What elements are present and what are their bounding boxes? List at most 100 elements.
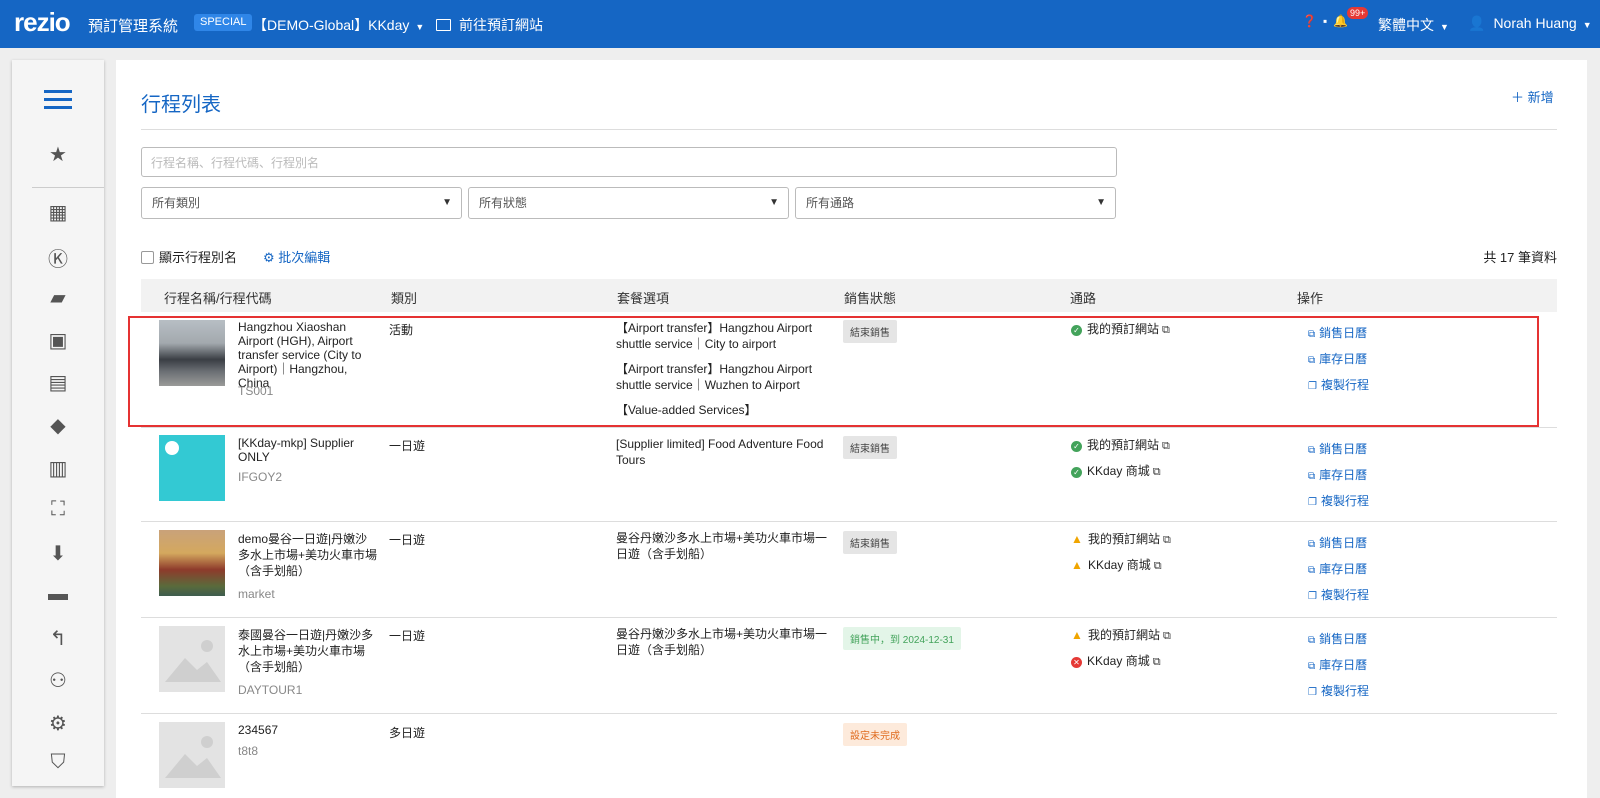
channel-item[interactable]: ✕ KKday 商城 ⧉ — [1071, 652, 1171, 669]
action-label: 複製行程 — [1320, 684, 1369, 698]
external-link-icon[interactable]: ⧉ — [1163, 534, 1171, 546]
table-row[interactable]: demo曼谷一日遊|丹嫩沙多水上市場+美功火車市場（含手划船） market 一… — [141, 522, 1557, 618]
dashboard-icon[interactable]: ▦ — [12, 200, 104, 225]
hierarchy-icon[interactable]: ⚇ — [12, 668, 104, 693]
external-link-icon[interactable]: ⧉ — [1153, 656, 1161, 668]
settings-gear-icon[interactable]: ⚙ — [12, 711, 104, 736]
batch-edit-label: 批次編輯 — [278, 250, 331, 265]
status-filter-value: 所有狀態 — [479, 196, 528, 210]
show-alias-checkbox[interactable]: 顯示行程別名 — [141, 247, 237, 266]
kkday-icon[interactable]: Ⓚ — [12, 243, 104, 272]
rezio-logo[interactable]: rezio — [14, 7, 71, 38]
channel-item[interactable]: ✓ KKday 商城 ⧉ — [1071, 462, 1170, 479]
sales-calendar-link[interactable]: ⧉ 銷售日曆 — [1308, 440, 1369, 456]
open-external-icon: ⧉ — [1308, 635, 1316, 646]
warning-icon: ▲ — [1071, 532, 1083, 546]
company-selector[interactable]: 【DEMO-Global】KKday ▼ — [253, 15, 424, 35]
channel-name: KKday 商城 — [1087, 654, 1150, 668]
open-external-icon: ⧉ — [1308, 539, 1316, 550]
scan-frame-icon[interactable]: ⛶ — [12, 498, 104, 521]
package-item: [Supplier limited] Food Adventure Food T… — [616, 437, 824, 467]
table-row[interactable]: [KKday-mkp] Supplier ONLY IFGOY2 一日遊 [Su… — [141, 428, 1557, 522]
channel-list: ✓ 我的預訂網站 ⧉ ✓ KKday 商城 ⧉ — [1071, 436, 1170, 488]
action-label: 銷售日曆 — [1319, 442, 1368, 456]
copy-product-link[interactable]: ❐ 複製行程 — [1308, 492, 1369, 508]
status-filter-select[interactable]: 所有狀態 ▼ — [468, 187, 789, 219]
category-filter-value: 所有類別 — [152, 196, 201, 210]
hamburger-menu-icon[interactable] — [44, 90, 72, 114]
external-link-icon[interactable]: ⧉ — [1163, 630, 1171, 642]
channel-item[interactable]: ▲ 我的預訂網站 ⧉ — [1071, 626, 1171, 643]
help-icon[interactable]: ❓ — [1302, 14, 1317, 28]
external-link-icon[interactable]: ⧉ — [1162, 440, 1170, 452]
document-icon[interactable]: ▥ — [12, 456, 104, 481]
ticket-star-icon[interactable]: ▣ — [12, 328, 104, 353]
checkbox-box[interactable] — [141, 251, 154, 264]
col-header-packages: 套餐選項 — [617, 291, 670, 306]
action-label: 庫存日曆 — [1319, 658, 1368, 672]
sales-calendar-link[interactable]: ⧉ 銷售日曆 — [1308, 630, 1369, 646]
add-new-button[interactable]: ＋ 新增 — [1511, 87, 1554, 106]
language-selector[interactable]: 繁體中文 ▼ — [1378, 15, 1449, 35]
product-name[interactable]: 泰國曼谷一日遊|丹嫩沙多水上市場+美功火車市場（含手划船） — [238, 627, 378, 675]
package-list: [Supplier limited] Food Adventure Food T… — [616, 436, 836, 477]
channel-item[interactable]: ▲ 我的預訂網站 ⧉ — [1071, 530, 1171, 547]
channel-filter-value: 所有通路 — [806, 196, 855, 210]
action-label: 銷售日曆 — [1319, 632, 1368, 646]
error-circle-icon: ✕ — [1071, 657, 1082, 668]
user-menu[interactable]: 👤 Norah Huang ▼ — [1468, 15, 1592, 32]
warning-icon: ▲ — [1071, 558, 1083, 572]
product-thumbnail-placeholder[interactable] — [159, 722, 225, 788]
package-list: 曼谷丹嫩沙多水上市場+美功火車市場一日遊（含手划船） — [616, 530, 836, 571]
verified-shield-icon[interactable]: ⛉ — [12, 751, 104, 774]
channel-filter-select[interactable]: 所有通路 ▼ — [795, 187, 1116, 219]
bell-icon[interactable]: 🔔 — [1333, 14, 1348, 28]
product-thumbnail-placeholder[interactable] — [159, 626, 225, 692]
copy-product-link[interactable]: ❐ 複製行程 — [1308, 682, 1369, 698]
product-name[interactable]: [KKday-mkp] Supplier ONLY — [238, 436, 378, 464]
product-category: 一日遊 — [389, 533, 426, 547]
store-icon[interactable]: ▬ — [12, 583, 104, 606]
caret-down-icon: ▼ — [415, 22, 425, 32]
category-filter-select[interactable]: 所有類別 ▼ — [141, 187, 462, 219]
inventory-calendar-link[interactable]: ⧉ 庫存日曆 — [1308, 466, 1369, 482]
external-link-icon[interactable]: ⧉ — [1153, 466, 1161, 478]
search-input[interactable]: 行程名稱、行程代碼、行程別名 — [141, 147, 1117, 177]
image-placeholder-icon — [165, 640, 221, 682]
external-link-icon[interactable]: ⧉ — [1154, 560, 1162, 572]
product-code: DAYTOUR1 — [238, 683, 303, 697]
channel-item[interactable]: ✓ 我的預訂網站 ⧉ — [1071, 436, 1170, 453]
caret-down-icon: ▼ — [1440, 22, 1449, 32]
inventory-calendar-link[interactable]: ⧉ 庫存日曆 — [1308, 656, 1369, 672]
inventory-calendar-link[interactable]: ⧉ 庫存日曆 — [1308, 560, 1369, 576]
package-item: 曼谷丹嫩沙多水上市場+美功火車市場一日遊（含手划船） — [616, 531, 828, 561]
show-alias-label: 顯示行程別名 — [159, 250, 238, 265]
sales-calendar-link[interactable]: ⧉ 銷售日曆 — [1308, 534, 1369, 550]
product-code: IFGOY2 — [238, 470, 283, 484]
table-header: 行程名稱/行程代碼 類別 套餐選項 銷售狀態 通路 操作 — [141, 279, 1557, 312]
page-title: 行程列表 — [141, 94, 221, 116]
product-name[interactable]: demo曼谷一日遊|丹嫩沙多水上市場+美功火車市場（含手划船） — [238, 531, 378, 579]
batch-edit-button[interactable]: ⚙ 批次編輯 — [263, 247, 330, 266]
sidebar: ★ ▦ Ⓚ ▰ ▣ ▤ ◆ ▥ ⛶ ⬇ ▬ ↰ ⚇ ⚙ ⛉ — [12, 60, 104, 786]
download-icon[interactable]: ⬇ — [12, 541, 104, 566]
favorite-star-icon[interactable]: ★ — [12, 142, 104, 167]
row-actions: ⧉ 銷售日曆 ⧉ 庫存日曆 ❐ 複製行程 — [1308, 440, 1369, 518]
table-row[interactable]: 234567 t8t8 多日遊 設定未完成 — [141, 714, 1557, 798]
product-thumbnail[interactable] — [159, 530, 225, 596]
copy-product-link[interactable]: ❐ 複製行程 — [1308, 586, 1369, 602]
channel-name: KKday 商城 — [1087, 464, 1150, 478]
col-header-actions: 操作 — [1297, 291, 1324, 306]
calendar-icon[interactable]: ▤ — [12, 370, 104, 395]
table-row[interactable]: 泰國曼谷一日遊|丹嫩沙多水上市場+美功火車市場（含手划船） DAYTOUR1 一… — [141, 618, 1557, 714]
feedback-icon[interactable]: ▪ — [1323, 14, 1327, 28]
product-name[interactable]: 234567 — [238, 723, 378, 737]
label-tag-icon[interactable]: ◆ — [12, 413, 104, 438]
product-thumbnail[interactable] — [159, 435, 225, 501]
starred-folder-icon[interactable]: ▰ — [12, 285, 104, 310]
title-divider — [141, 129, 1557, 130]
system-name: 預訂管理系統 — [88, 18, 179, 35]
goto-booking-site-link[interactable]: 前往預訂網站 — [436, 15, 543, 35]
merge-arrow-icon[interactable]: ↰ — [12, 626, 104, 651]
channel-item[interactable]: ▲ KKday 商城 ⧉ — [1071, 556, 1171, 573]
